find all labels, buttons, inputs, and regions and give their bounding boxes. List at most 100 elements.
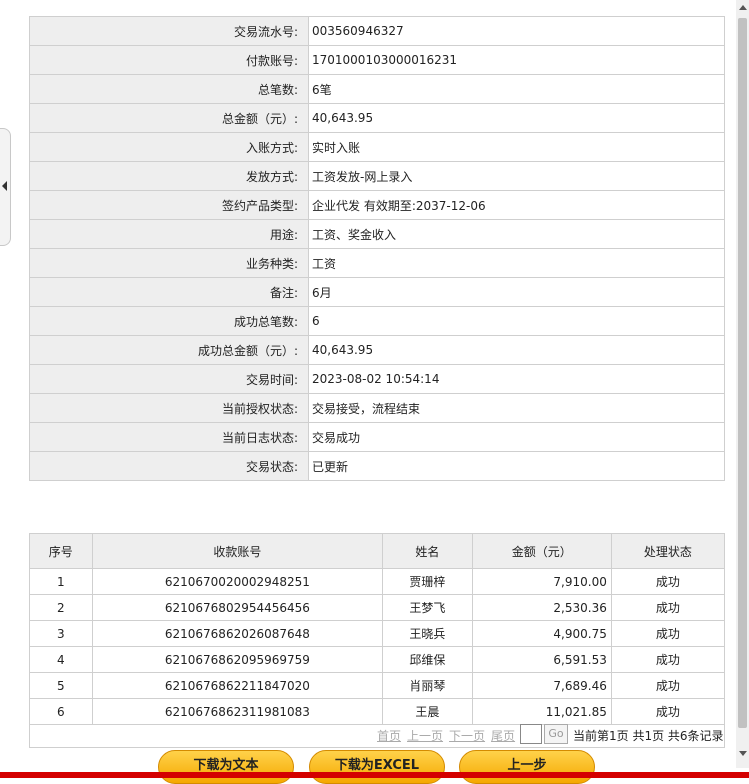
detail-value: 40,643.95 <box>308 103 725 133</box>
cell-status: 成功 <box>610 620 726 647</box>
table-row: 4 6210676862095969759 邱维保 6,591.53 成功 <box>29 646 726 673</box>
cell-name: 王晓兵 <box>382 620 473 647</box>
detail-row: 总金额（元）: 40,643.95 <box>29 103 725 133</box>
column-header-status: 处理状态 <box>610 533 726 569</box>
detail-value: 6 <box>308 306 725 336</box>
detail-row: 成功总金额（元）: 40,643.95 <box>29 335 725 365</box>
last-page-link[interactable]: 尾页 <box>491 729 515 743</box>
detail-row: 用途: 工资、奖金收入 <box>29 219 725 249</box>
column-header-account: 收款账号 <box>91 533 384 569</box>
column-header-index: 序号 <box>29 533 93 569</box>
detail-value: 已更新 <box>308 451 725 481</box>
cell-account: 6210676862095969759 <box>91 646 384 673</box>
detail-label: 交易流水号: <box>29 16 309 46</box>
detail-row: 付款账号: 1701000103000016231 <box>29 45 725 75</box>
detail-value: 交易成功 <box>308 422 725 452</box>
detail-label: 付款账号: <box>29 45 309 75</box>
detail-row: 当前授权状态: 交易接受，流程结束 <box>29 393 725 423</box>
pagination-info: 当前第1页 共1页 共6条记录 <box>573 729 724 743</box>
detail-row: 入账方式: 实时入账 <box>29 132 725 162</box>
cell-account: 6210676862311981083 <box>91 698 384 725</box>
cell-index: 2 <box>29 594 93 621</box>
cell-amount: 7,910.00 <box>471 568 612 595</box>
detail-row: 签约产品类型: 企业代发 有效期至:2037-12-06 <box>29 190 725 220</box>
detail-value: 40,643.95 <box>308 335 725 365</box>
detail-row: 发放方式: 工资发放-网上录入 <box>29 161 725 191</box>
page-number-input[interactable] <box>520 724 542 744</box>
column-header-amount: 金额（元） <box>471 533 612 569</box>
cell-index: 3 <box>29 620 93 647</box>
cell-amount: 4,900.75 <box>471 620 612 647</box>
go-button[interactable]: Go <box>544 724 568 744</box>
table-row: 6 6210676862311981083 王晨 11,021.85 成功 <box>29 698 726 725</box>
detail-value: 工资发放-网上录入 <box>308 161 725 191</box>
cell-account: 6210670020002948251 <box>91 568 384 595</box>
cell-index: 5 <box>29 672 93 699</box>
vertical-scrollbar[interactable] <box>736 0 749 768</box>
detail-value: 6笔 <box>308 74 725 104</box>
cell-status: 成功 <box>610 594 726 621</box>
detail-row: 备注: 6月 <box>29 277 725 307</box>
detail-label: 当前日志状态: <box>29 422 309 452</box>
table-row: 3 6210676862026087648 王晓兵 4,900.75 成功 <box>29 620 726 647</box>
cell-name: 肖丽琴 <box>382 672 473 699</box>
detail-row: 成功总笔数: 6 <box>29 306 725 336</box>
detail-label: 交易状态: <box>29 451 309 481</box>
cell-amount: 2,530.36 <box>471 594 612 621</box>
detail-value: 003560946327 <box>308 16 725 46</box>
cell-amount: 6,591.53 <box>471 646 612 673</box>
cell-status: 成功 <box>610 646 726 673</box>
detail-value: 交易接受，流程结束 <box>308 393 725 423</box>
bottom-bar <box>0 772 749 778</box>
first-page-link[interactable]: 首页 <box>377 729 401 743</box>
cell-account: 6210676862211847020 <box>91 672 384 699</box>
pagination-bar: 首页 上一页 下一页 尾页 Go 当前第1页 共1页 共6条记录 <box>29 722 725 748</box>
cell-name: 贾珊梓 <box>382 568 473 595</box>
cell-status: 成功 <box>610 672 726 699</box>
detail-value: 6月 <box>308 277 725 307</box>
cell-status: 成功 <box>610 698 726 725</box>
payee-records-table: 序号 收款账号 姓名 金额（元） 处理状态 1 62106700200029482… <box>29 533 726 725</box>
column-header-name: 姓名 <box>382 533 473 569</box>
chevron-left-icon <box>2 181 7 191</box>
detail-value: 企业代发 有效期至:2037-12-06 <box>308 190 725 220</box>
scrollbar-thumb[interactable] <box>738 18 747 728</box>
detail-row: 业务种类: 工资 <box>29 248 725 278</box>
table-header-row: 序号 收款账号 姓名 金额（元） 处理状态 <box>29 533 726 569</box>
cell-amount: 7,689.46 <box>471 672 612 699</box>
next-page-link[interactable]: 下一页 <box>449 729 485 743</box>
scroll-down-icon[interactable] <box>739 751 747 756</box>
cell-index: 4 <box>29 646 93 673</box>
side-panel-toggle[interactable] <box>0 128 11 246</box>
detail-value: 1701000103000016231 <box>308 45 725 75</box>
back-button[interactable]: 上一步 <box>459 750 595 784</box>
cell-name: 邱维保 <box>382 646 473 673</box>
cell-index: 1 <box>29 568 93 595</box>
download-text-button[interactable]: 下载为文本 <box>158 750 294 784</box>
cell-index: 6 <box>29 698 93 725</box>
detail-row: 当前日志状态: 交易成功 <box>29 422 725 452</box>
detail-label: 交易时间: <box>29 364 309 394</box>
detail-value: 2023-08-02 10:54:14 <box>308 364 725 394</box>
table-row: 2 6210676802954456456 王梦飞 2,530.36 成功 <box>29 594 726 621</box>
detail-row: 交易流水号: 003560946327 <box>29 16 725 46</box>
table-row: 5 6210676862211847020 肖丽琴 7,689.46 成功 <box>29 672 726 699</box>
prev-page-link[interactable]: 上一页 <box>407 729 443 743</box>
detail-label: 总笔数: <box>29 74 309 104</box>
cell-status: 成功 <box>610 568 726 595</box>
detail-label: 当前授权状态: <box>29 393 309 423</box>
detail-row: 交易时间: 2023-08-02 10:54:14 <box>29 364 725 394</box>
detail-value: 实时入账 <box>308 132 725 162</box>
cell-name: 王梦飞 <box>382 594 473 621</box>
detail-label: 发放方式: <box>29 161 309 191</box>
transaction-detail-table: 交易流水号: 003560946327 付款账号: 17010001030000162… <box>29 16 725 481</box>
cell-account: 6210676862026087648 <box>91 620 384 647</box>
detail-label: 成功总笔数: <box>29 306 309 336</box>
scroll-up-icon[interactable] <box>739 5 747 10</box>
detail-label: 签约产品类型: <box>29 190 309 220</box>
cell-amount: 11,021.85 <box>471 698 612 725</box>
detail-label: 用途: <box>29 219 309 249</box>
download-excel-button[interactable]: 下载为EXCEL <box>309 750 445 784</box>
detail-label: 总金额（元）: <box>29 103 309 133</box>
detail-label: 业务种类: <box>29 248 309 278</box>
